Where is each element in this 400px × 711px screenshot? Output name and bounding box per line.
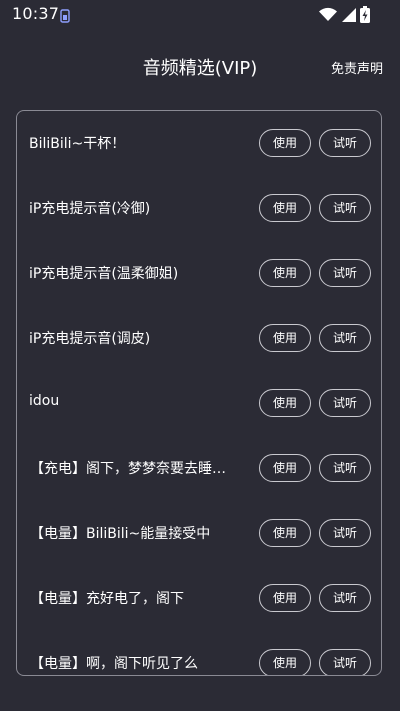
battery-charging-icon xyxy=(360,6,370,27)
sound-name: 【电量】啊，阁下听见了么 xyxy=(30,656,198,672)
wifi-icon xyxy=(319,7,337,26)
list-item: 【电量】充好电了，阁下 使用 试听 xyxy=(17,578,381,618)
list-item: idou 使用 试听 xyxy=(17,383,381,423)
preview-button[interactable]: 试听 xyxy=(319,129,371,157)
preview-button[interactable]: 试听 xyxy=(319,389,371,417)
preview-button[interactable]: 试听 xyxy=(319,324,371,352)
disclaimer-link[interactable]: 免责声明 xyxy=(331,58,383,77)
list-item: BiliBili~干杯！ 使用 试听 xyxy=(17,123,381,163)
status-icons xyxy=(319,6,370,27)
use-button[interactable]: 使用 xyxy=(259,389,311,417)
cellular-signal-icon xyxy=(341,7,356,26)
preview-button[interactable]: 试听 xyxy=(319,584,371,612)
sound-name: 【充电】阁下，梦梦奈要去睡… xyxy=(30,461,226,477)
sound-name: 【电量】充好电了，阁下 xyxy=(30,591,184,607)
use-button[interactable]: 使用 xyxy=(259,194,311,222)
use-button[interactable]: 使用 xyxy=(259,259,311,287)
list-item: 【电量】啊，阁下听见了么 使用 试听 xyxy=(17,643,381,675)
use-button[interactable]: 使用 xyxy=(259,649,311,675)
status-bar: 10:37 xyxy=(0,0,400,28)
list-item: 【充电】阁下，梦梦奈要去睡… 使用 试听 xyxy=(17,448,381,488)
preview-button[interactable]: 试听 xyxy=(319,454,371,482)
header: 音频精选(VIP) 免责声明 xyxy=(0,50,400,84)
use-button[interactable]: 使用 xyxy=(259,519,311,547)
sound-name: BiliBili~干杯！ xyxy=(29,136,126,152)
use-button[interactable]: 使用 xyxy=(259,584,311,612)
sound-name: iP充电提示音(调皮) xyxy=(29,331,151,347)
list-item: iP充电提示音(温柔御姐) 使用 试听 xyxy=(17,253,381,293)
preview-button[interactable]: 试听 xyxy=(319,519,371,547)
sound-name: iP充电提示音(冷御) xyxy=(29,201,151,217)
use-button[interactable]: 使用 xyxy=(259,454,311,482)
sound-name: idou xyxy=(29,393,60,409)
sound-name: 【电量】BiliBili~能量接受中 xyxy=(30,526,211,542)
sound-name: iP充电提示音(温柔御姐) xyxy=(29,266,179,282)
use-button[interactable]: 使用 xyxy=(259,129,311,157)
list-item: iP充电提示音(冷御) 使用 试听 xyxy=(17,188,381,228)
sound-list: BiliBili~干杯！ 使用 试听 iP充电提示音(冷御) 使用 试听 iP充… xyxy=(16,110,382,676)
use-button[interactable]: 使用 xyxy=(259,324,311,352)
status-time: 10:37 xyxy=(12,4,60,23)
app-notification-icon xyxy=(59,8,71,23)
preview-button[interactable]: 试听 xyxy=(319,194,371,222)
preview-button[interactable]: 试听 xyxy=(319,259,371,287)
preview-button[interactable]: 试听 xyxy=(319,649,371,675)
list-item: iP充电提示音(调皮) 使用 试听 xyxy=(17,318,381,358)
list-item: 【电量】BiliBili~能量接受中 使用 试听 xyxy=(17,513,381,553)
